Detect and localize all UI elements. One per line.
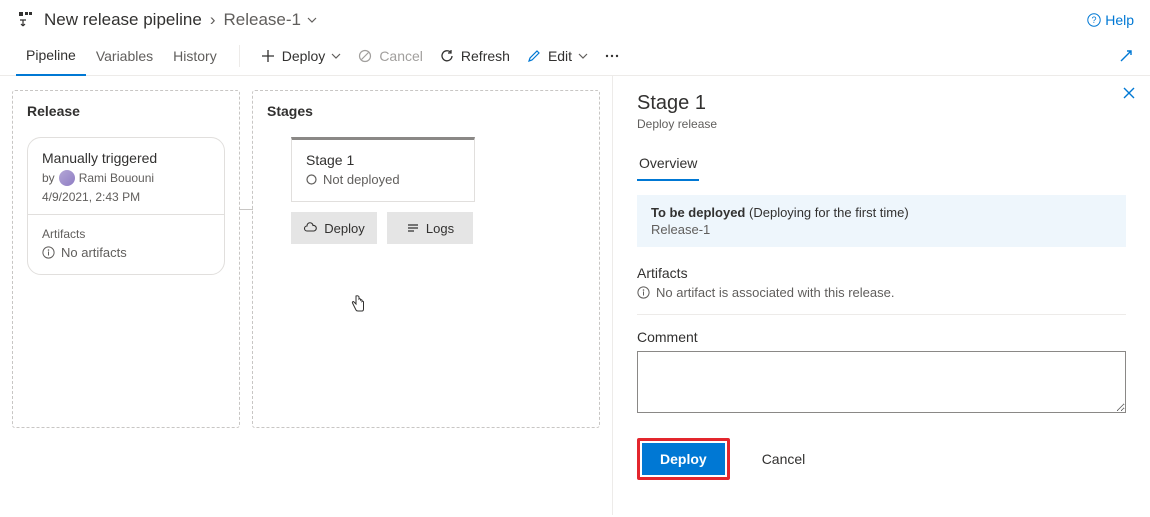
stage-logs-button[interactable]: Logs <box>387 212 473 244</box>
pencil-icon <box>526 48 542 64</box>
cancel-label: Cancel <box>379 48 423 64</box>
help-icon: ? <box>1087 13 1101 27</box>
chevron-down-icon <box>578 51 588 61</box>
banner-bold: To be deployed <box>651 205 745 220</box>
edit-menu-button[interactable]: Edit <box>518 40 596 72</box>
no-artifacts: No artifacts <box>42 245 210 260</box>
stage-status: Not deployed <box>306 172 460 187</box>
deploy-menu-button[interactable]: Deploy <box>252 40 350 72</box>
cloud-icon <box>303 222 318 234</box>
artifacts-message: No artifact is associated with this rele… <box>637 285 1126 300</box>
tab-pipeline[interactable]: Pipeline <box>16 36 86 76</box>
separator <box>239 45 240 67</box>
info-icon <box>42 246 55 259</box>
divider <box>637 314 1126 315</box>
stages-panel: Stages Stage 1 Not deployed Deploy <box>252 90 600 428</box>
stage-status-text: Not deployed <box>323 172 400 187</box>
refresh-icon <box>439 48 455 64</box>
artifacts-message-text: No artifact is associated with this rele… <box>656 285 894 300</box>
artifacts-title: Artifacts <box>637 265 1126 281</box>
left-area: Release Manually triggered by Rami Bouou… <box>0 76 612 515</box>
stage-logs-label: Logs <box>426 221 454 236</box>
by-prefix: by <box>42 171 55 185</box>
release-panel: Release Manually triggered by Rami Bouou… <box>12 90 240 428</box>
comment-textarea[interactable] <box>637 351 1126 413</box>
deploy-side-panel: Stage 1 Deploy release Overview To be de… <box>612 76 1150 515</box>
banner-paren: (Deploying for the first time) <box>749 205 909 220</box>
more-button[interactable] <box>596 40 628 72</box>
close-icon[interactable] <box>1122 86 1136 100</box>
refresh-button[interactable]: Refresh <box>431 40 518 72</box>
no-artifacts-text: No artifacts <box>61 245 127 260</box>
release-trigger: Manually triggered <box>42 150 210 166</box>
release-author: by Rami Bououni <box>42 170 210 186</box>
breadcrumb-current-label: Release-1 <box>224 10 302 30</box>
release-panel-title: Release <box>27 103 225 119</box>
tab-variables[interactable]: Variables <box>86 36 163 76</box>
chevron-down-icon <box>307 15 317 25</box>
help-label: Help <box>1105 12 1134 28</box>
logs-icon <box>406 222 420 234</box>
deploy-button-highlight: Deploy <box>637 438 730 480</box>
tab-overview[interactable]: Overview <box>637 149 699 181</box>
info-icon <box>637 286 650 299</box>
svg-text:?: ? <box>1092 15 1097 25</box>
workspace: Release Manually triggered by Rami Bouou… <box>0 76 1150 515</box>
banner-release: Release-1 <box>651 222 1112 237</box>
breadcrumb: New release pipeline › Release-1 <box>44 10 317 30</box>
expand-icon[interactable] <box>1118 48 1134 64</box>
stage-name: Stage 1 <box>306 152 460 168</box>
connector-line <box>239 209 253 210</box>
top-bar: New release pipeline › Release-1 ? Help <box>0 0 1150 36</box>
help-link[interactable]: ? Help <box>1087 12 1134 28</box>
cancel-icon <box>357 48 373 64</box>
stages-panel-title: Stages <box>267 103 585 119</box>
breadcrumb-root[interactable]: New release pipeline <box>44 10 202 30</box>
stage-deploy-button[interactable]: Deploy <box>291 212 377 244</box>
edit-label: Edit <box>548 48 572 64</box>
stage-card[interactable]: Stage 1 Not deployed <box>291 137 475 202</box>
panel-title: Stage 1 <box>637 92 1126 115</box>
author-name: Rami Bououni <box>79 171 154 185</box>
comment-label: Comment <box>637 329 1126 345</box>
artifacts-label: Artifacts <box>42 227 210 241</box>
avatar <box>59 170 75 186</box>
cancel-button[interactable]: Cancel <box>746 443 822 475</box>
chevron-right-icon: › <box>210 10 216 30</box>
deploy-menu-label: Deploy <box>282 48 326 64</box>
breadcrumb-current[interactable]: Release-1 <box>224 10 318 30</box>
cancel-button: Cancel <box>349 40 431 72</box>
deploy-info-banner: To be deployed (Deploying for the first … <box>637 195 1126 247</box>
release-date: 4/9/2021, 2:43 PM <box>42 190 210 204</box>
pipeline-icon <box>16 10 36 30</box>
tab-row: Pipeline Variables History Deploy Cancel… <box>0 36 1150 76</box>
release-card[interactable]: Manually triggered by Rami Bououni 4/9/2… <box>27 137 225 275</box>
tab-history[interactable]: History <box>163 36 227 76</box>
deploy-button[interactable]: Deploy <box>642 443 725 475</box>
stage-deploy-label: Deploy <box>324 221 364 236</box>
panel-subtitle: Deploy release <box>637 117 1126 131</box>
plus-icon <box>260 48 276 64</box>
refresh-label: Refresh <box>461 48 510 64</box>
chevron-down-icon <box>331 51 341 61</box>
circle-icon <box>306 174 317 185</box>
more-icon <box>604 48 620 64</box>
